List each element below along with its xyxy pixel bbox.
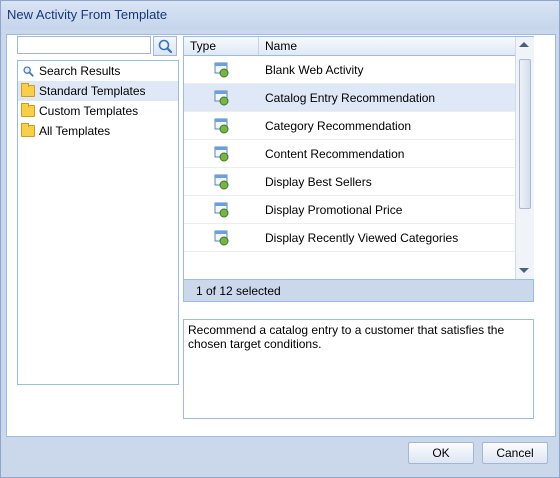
search-button[interactable]	[153, 36, 177, 56]
web-activity-icon	[214, 62, 229, 78]
tree-item-all-templates[interactable]: All Templates	[18, 121, 178, 141]
grid-status-bar: 1 of 12 selected	[183, 280, 534, 302]
table-row[interactable]: Display Promotional Price	[184, 196, 515, 224]
folder-icon	[21, 123, 35, 137]
scroll-up-arrow-icon[interactable]	[519, 42, 529, 47]
web-activity-icon	[214, 90, 229, 106]
template-name: Display Promotional Price	[265, 203, 403, 217]
grid-header: Type Name	[184, 37, 515, 56]
tree-item-label: Search Results	[39, 64, 121, 78]
column-divider[interactable]	[258, 37, 259, 55]
tree-item-search-results[interactable]: Search Results	[18, 61, 178, 81]
search-input[interactable]	[17, 36, 151, 54]
tree-item-standard-templates[interactable]: Standard Templates	[18, 81, 178, 101]
dialog-window: New Activity From Template Search Result…	[0, 0, 560, 478]
table-row[interactable]: Display Best Sellers	[184, 168, 515, 196]
tree-item-label: Standard Templates	[39, 84, 146, 98]
web-activity-icon	[214, 202, 229, 218]
table-row[interactable]: Content Recommendation	[184, 140, 515, 168]
template-name: Display Best Sellers	[265, 175, 372, 189]
grid-scrollbar[interactable]	[515, 37, 534, 279]
template-name: Blank Web Activity	[265, 63, 364, 77]
title-bar[interactable]: New Activity From Template	[1, 1, 559, 29]
search-icon	[23, 66, 34, 77]
dialog-title: New Activity From Template	[7, 7, 168, 22]
folder-icon	[21, 83, 35, 97]
table-row[interactable]: Category Recommendation	[184, 112, 515, 140]
cancel-button[interactable]: Cancel	[482, 442, 548, 464]
tree-item-custom-templates[interactable]: Custom Templates	[18, 101, 178, 121]
scroll-down-arrow-icon[interactable]	[519, 268, 529, 273]
web-activity-icon	[214, 230, 229, 246]
tree-item-label: All Templates	[39, 124, 111, 138]
table-row[interactable]: Blank Web Activity	[184, 56, 515, 84]
magnifier-icon	[158, 39, 173, 54]
template-folder-tree: Search Results Standard Templates Custom…	[17, 60, 179, 385]
scrollbar-thumb[interactable]	[519, 59, 531, 209]
column-header-name[interactable]: Name	[265, 39, 297, 53]
table-row[interactable]: Catalog Entry Recommendation	[184, 84, 515, 112]
template-grid: Type Name Blank Web Activity Catalog Ent…	[183, 36, 534, 280]
template-name: Content Recommendation	[265, 147, 405, 161]
web-activity-icon	[214, 146, 229, 162]
template-description: Recommend a catalog entry to a customer …	[183, 319, 534, 419]
web-activity-icon	[214, 174, 229, 190]
web-activity-icon	[214, 118, 229, 134]
tree-item-label: Custom Templates	[39, 104, 139, 118]
template-name: Category Recommendation	[265, 119, 412, 133]
ok-button[interactable]: OK	[408, 442, 474, 464]
selection-count: 1 of 12 selected	[196, 284, 281, 298]
table-row[interactable]: Display Recently Viewed Categories	[184, 224, 515, 252]
template-name: Catalog Entry Recommendation	[265, 91, 436, 105]
template-name: Display Recently Viewed Categories	[265, 231, 459, 245]
folder-icon	[21, 103, 35, 117]
column-header-type[interactable]: Type	[190, 39, 216, 53]
